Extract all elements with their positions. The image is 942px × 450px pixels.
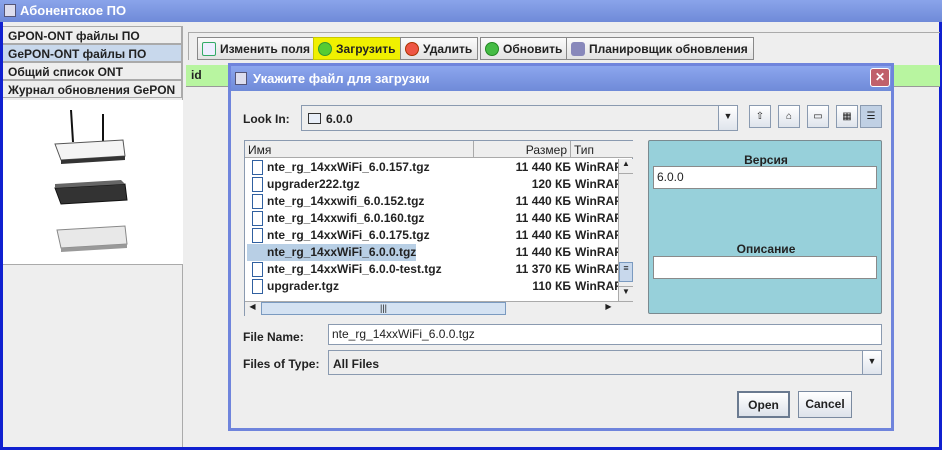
edit-icon <box>202 42 216 56</box>
file-name: nte_rg_14xxWiFi_6.0.0-test.tgz <box>267 262 442 276</box>
sidebar-item-gepon-log[interactable]: Журнал обновления GePON <box>3 80 182 98</box>
file-size: 11 370 КБ <box>515 262 571 276</box>
file-name: nte_rg_14xxwifi_6.0.160.tgz <box>267 211 425 225</box>
details-view-icon[interactable]: ☰ <box>860 105 882 128</box>
column-header-name[interactable]: Имя <box>245 141 474 158</box>
delete-label: Удалить <box>423 42 473 56</box>
dialog-title: Укажите файл для загрузки <box>253 71 430 86</box>
app-title: Абонентское ПО <box>20 3 127 18</box>
file-name: nte_rg_14xxWiFi_6.0.157.tgz <box>267 160 430 174</box>
file-row[interactable]: upgrader.tgz 110 КБ WinRAR a <box>245 278 635 295</box>
refresh-icon <box>485 42 499 56</box>
up-folder-icon[interactable]: ⇧ <box>749 105 771 128</box>
file-row[interactable]: nte_rg_14xxWiFi_6.0.175.tgz 11 440 КБ WinR… <box>245 227 635 244</box>
new-folder-icon[interactable]: ▭ <box>807 105 829 128</box>
router-images <box>54 109 128 252</box>
app-title-bar: Абонентское ПО <box>0 0 942 22</box>
file-row[interactable]: nte_rg_14xxWiFi_6.0.0.tgz 11 440 КБ WinRAR… <box>245 244 635 261</box>
folder-icon <box>308 113 321 124</box>
sidebar-item-ont-list[interactable]: Общий список ONT <box>3 62 182 80</box>
file-chooser-dialog: Укажите файл для загрузки ✕ Look In: 6.0… <box>228 63 894 431</box>
scroll-thumb[interactable]: ≡ <box>619 262 633 282</box>
scroll-right-icon[interactable]: ▶ <box>601 302 616 316</box>
look-in-label: Look In: <box>243 112 290 126</box>
description-label: Описание <box>736 242 796 256</box>
file-size: 11 440 КБ <box>515 211 571 225</box>
scheduler-label: Планировщик обновления <box>589 42 748 56</box>
home-icon[interactable]: ⌂ <box>778 105 800 128</box>
column-header-type[interactable]: Тип <box>571 141 633 158</box>
upload-button[interactable]: Загрузить <box>313 37 402 60</box>
file-name-label: File Name: <box>243 330 304 344</box>
edit-fields-label: Изменить поля <box>220 42 310 56</box>
sidebar-item-gepon-files[interactable]: GePON-ONT файлы ПО <box>3 44 182 62</box>
file-size: 120 КБ <box>531 177 571 191</box>
file-type-combo[interactable]: All Files ▼ <box>328 350 882 375</box>
chevron-down-icon[interactable]: ▼ <box>862 351 881 374</box>
open-button[interactable]: Open <box>737 391 790 418</box>
file-name: upgrader.tgz <box>267 279 340 293</box>
version-label: Версия <box>744 153 788 167</box>
horizontal-scrollbar[interactable]: ◀ ||| ▶ <box>245 301 633 316</box>
description-input[interactable] <box>653 256 877 279</box>
close-icon[interactable]: ✕ <box>870 68 890 87</box>
cancel-button[interactable]: Cancel <box>798 391 852 418</box>
sidebar-item-gpon-files[interactable]: GPON-ONT файлы ПО <box>3 26 182 44</box>
look-in-value: 6.0.0 <box>326 112 353 126</box>
file-name: nte_rg_14xxWiFi_6.0.175.tgz <box>267 228 430 242</box>
file-name: nte_rg_14xxWiFi_6.0.0.tgz <box>247 244 417 261</box>
edit-fields-button[interactable]: Изменить поля <box>197 37 316 60</box>
vertical-scrollbar[interactable]: ▲ ≡ ▼ <box>618 159 633 301</box>
file-size: 11 440 КБ <box>515 245 571 259</box>
accessory-panel: Версия 6.0.0 Описание <box>648 140 882 314</box>
toolbar: Изменить поля Загрузить Удалить Обновить… <box>188 32 940 60</box>
list-view-icon[interactable]: ▦ <box>836 105 858 128</box>
scroll-down-icon[interactable]: ▼ <box>619 286 633 301</box>
dialog-title-bar: Укажите файл для загрузки <box>231 66 891 91</box>
file-size: 11 440 КБ <box>515 228 571 242</box>
h-scroll-thumb[interactable]: ||| <box>261 302 506 315</box>
file-row[interactable]: upgrader222.tgz 120 КБ WinRAR a <box>245 176 635 193</box>
file-name: upgrader222.tgz <box>267 177 360 191</box>
file-row[interactable]: nte_rg_14xxWiFi_6.0.157.tgz 11 440 КБ WinR… <box>245 159 635 176</box>
file-row[interactable]: nte_rg_14xxwifi_6.0.160.tgz 11 440 КБ WinR… <box>245 210 635 227</box>
file-type-value: All Files <box>333 357 380 371</box>
file-name: nte_rg_14xxwifi_6.0.152.tgz <box>267 194 425 208</box>
upload-label: Загрузить <box>336 42 396 56</box>
scroll-left-icon[interactable]: ◀ <box>245 302 260 316</box>
scheduler-icon <box>571 42 585 56</box>
plus-icon <box>318 42 332 56</box>
scroll-up-icon[interactable]: ▲ <box>619 159 633 174</box>
delete-icon <box>405 42 419 56</box>
refresh-button[interactable]: Обновить <box>480 37 569 60</box>
device-images <box>3 100 183 265</box>
delete-button[interactable]: Удалить <box>400 37 479 60</box>
chevron-down-icon[interactable]: ▼ <box>718 106 737 130</box>
file-row[interactable]: nte_rg_14xxWiFi_6.0.0-test.tgz 11 370 КБ W… <box>245 261 635 278</box>
file-size: 11 440 КБ <box>515 194 571 208</box>
column-header-size[interactable]: Размер <box>474 141 571 158</box>
file-type-label: Files of Type: <box>243 357 320 371</box>
file-row[interactable]: nte_rg_14xxwifi_6.0.152.tgz 11 440 КБ WinR… <box>245 193 635 210</box>
file-name-input[interactable]: nte_rg_14xxWiFi_6.0.0.tgz <box>328 324 882 345</box>
file-size: 11 440 КБ <box>515 160 571 174</box>
look-in-combo[interactable]: 6.0.0 ▼ <box>301 105 738 131</box>
file-list: Имя Размер Тип nte_rg_14xxWiFi_6.0.157.t… <box>244 140 633 316</box>
file-size: 110 КБ <box>532 279 571 293</box>
version-input[interactable]: 6.0.0 <box>653 166 877 189</box>
update-scheduler-button[interactable]: Планировщик обновления <box>566 37 754 60</box>
refresh-label: Обновить <box>503 42 563 56</box>
column-header-id[interactable]: id <box>191 68 202 82</box>
dialog-icon <box>235 72 247 85</box>
app-icon <box>4 4 16 17</box>
